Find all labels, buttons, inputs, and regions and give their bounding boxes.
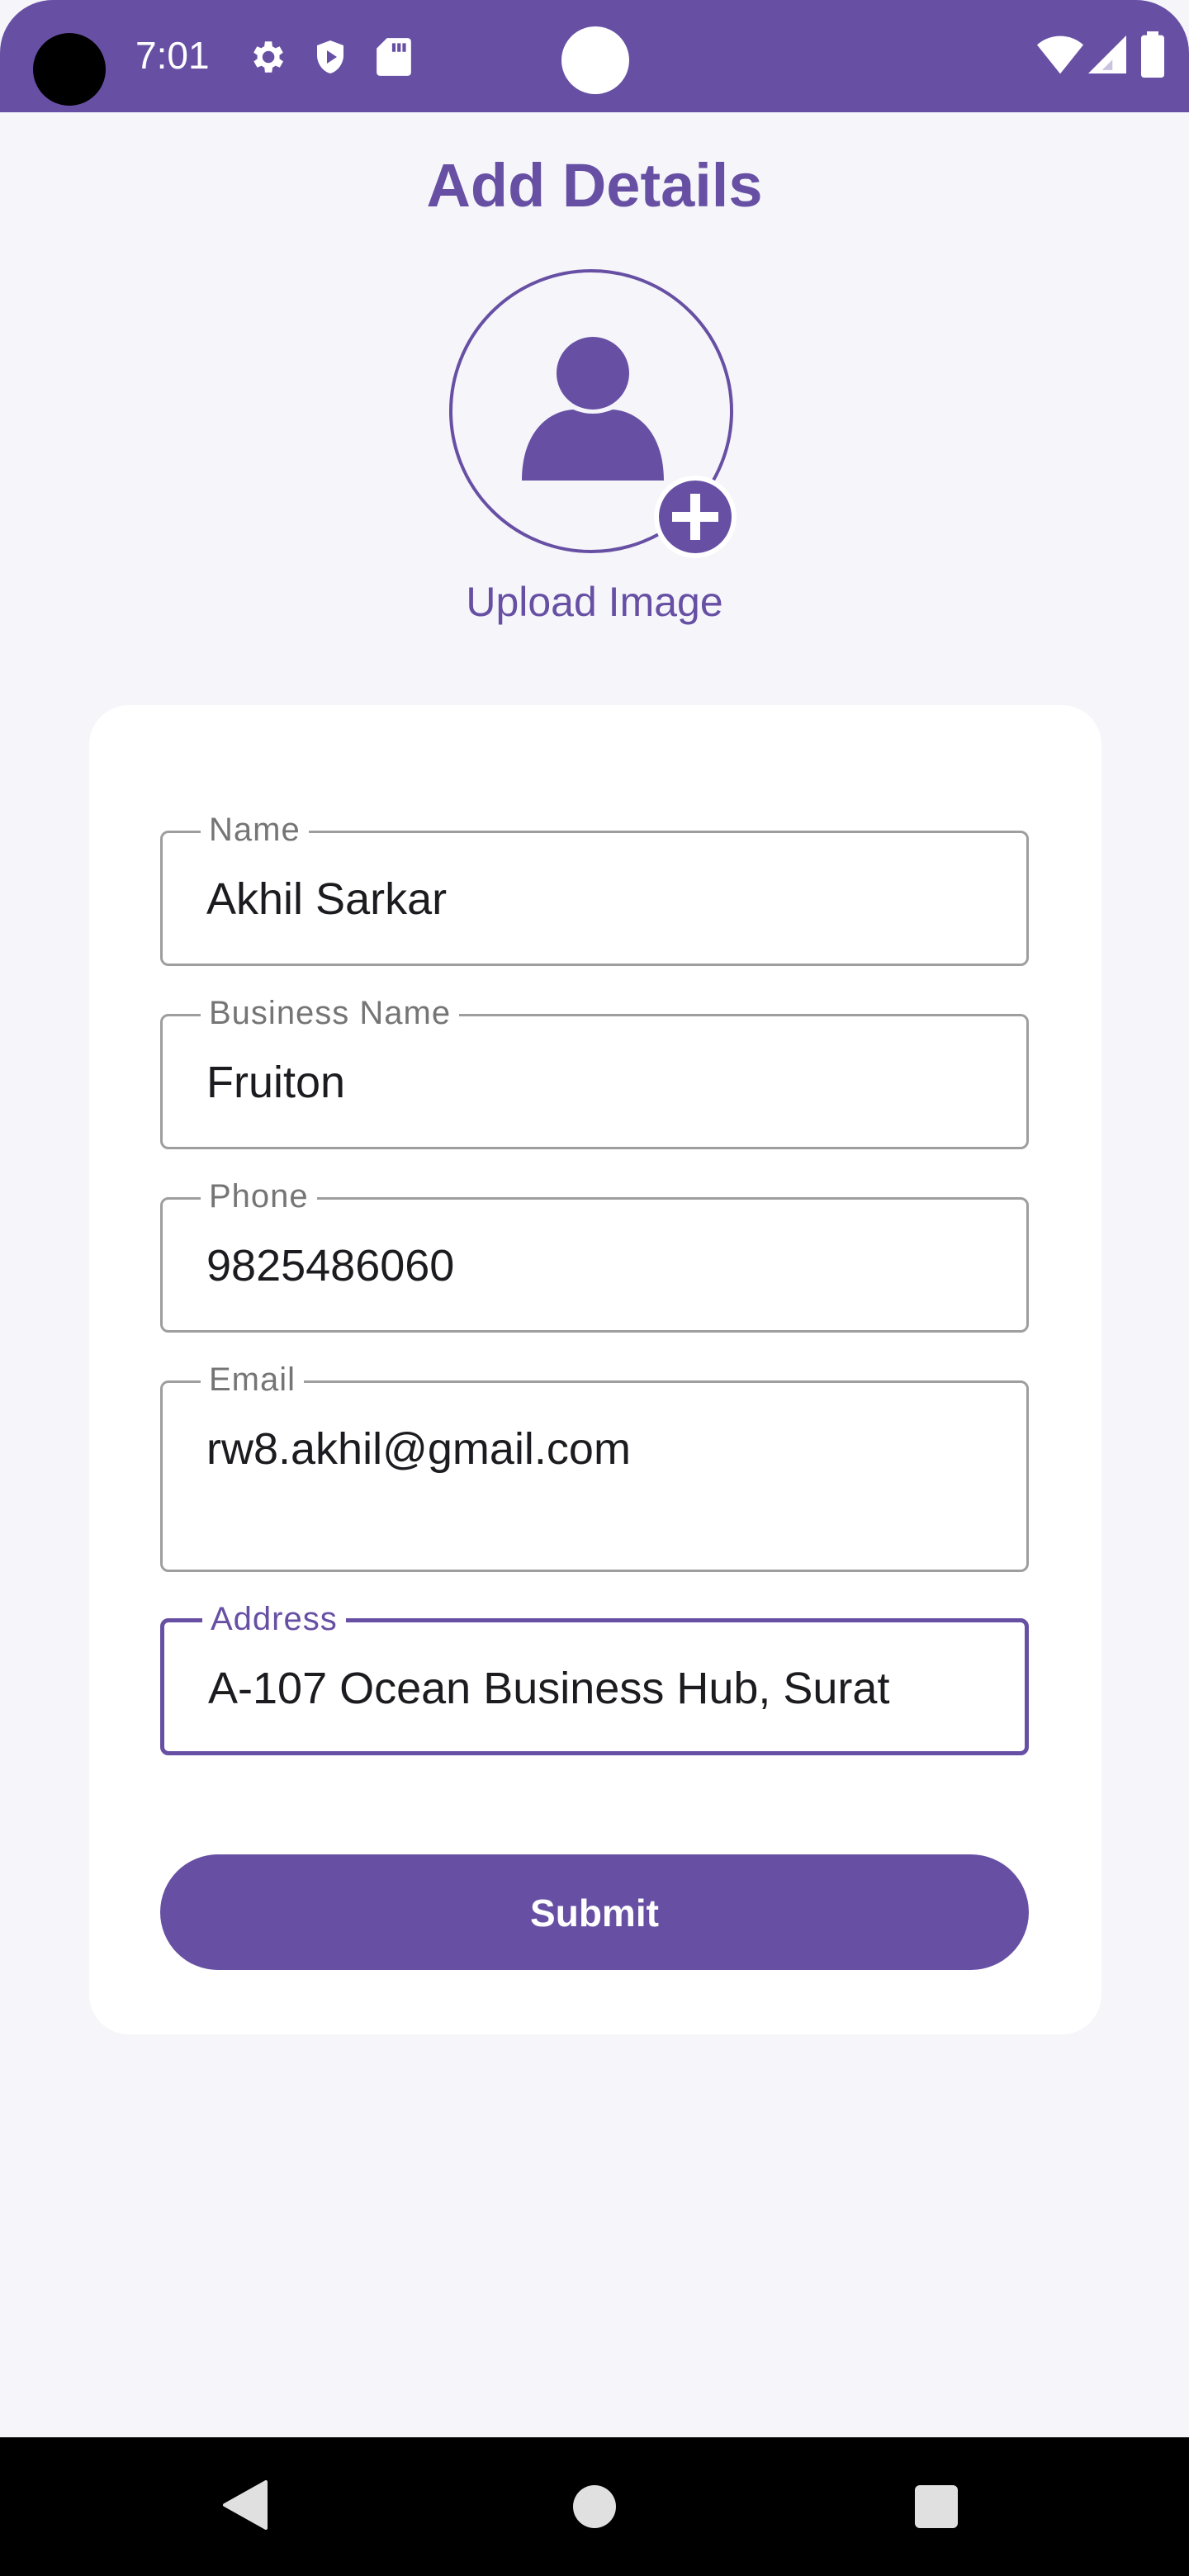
email-field[interactable]: Email rw8.akhil@gmail.com [160, 1360, 1029, 1572]
details-form-card: Name Akhil Sarkar Business Name Fruiton … [89, 705, 1101, 2034]
shield-play-icon [310, 36, 350, 82]
phone-field-value[interactable]: 9825486060 [206, 1239, 454, 1292]
avatar-upload[interactable] [449, 269, 748, 568]
address-field-label: Address [202, 1599, 346, 1639]
status-center-indicator [561, 26, 629, 94]
phone-field[interactable]: Phone 9825486060 [160, 1177, 1029, 1333]
gear-icon [246, 36, 287, 82]
submit-button[interactable]: Submit [160, 1854, 1029, 1970]
name-field[interactable]: Name Akhil Sarkar [160, 810, 1029, 966]
phone-field-label: Phone [201, 1177, 317, 1216]
back-icon[interactable] [221, 2479, 268, 2536]
business-name-field-value[interactable]: Fruiton [206, 1056, 345, 1109]
page-title: Add Details [426, 151, 763, 220]
wifi-icon [1037, 35, 1083, 78]
name-field-value[interactable]: Akhil Sarkar [206, 873, 447, 926]
address-field[interactable]: Address A-107 Ocean Business Hub, Surat [160, 1599, 1029, 1755]
recents-icon[interactable] [915, 2485, 958, 2528]
business-name-field[interactable]: Business Name Fruiton [160, 993, 1029, 1149]
sd-card-icon [377, 36, 411, 82]
person-icon [522, 335, 664, 485]
camera-cutout [33, 33, 106, 106]
address-field-value[interactable]: A-107 Ocean Business Hub, Surat [208, 1662, 889, 1715]
upload-image-label[interactable]: Upload Image [0, 578, 1189, 626]
status-time: 7:01 [135, 34, 210, 77]
home-icon[interactable] [573, 2485, 616, 2528]
navigation-bar [0, 2437, 1189, 2576]
status-bar: 7:01 [0, 0, 1189, 112]
business-name-field-label: Business Name [201, 993, 460, 1033]
name-field-label: Name [201, 810, 309, 850]
email-field-value[interactable]: rw8.akhil@gmail.com [206, 1423, 631, 1475]
signal-icon [1088, 35, 1126, 78]
plus-circle-icon[interactable] [654, 476, 737, 558]
battery-icon [1141, 31, 1164, 82]
email-field-label: Email [201, 1360, 305, 1399]
